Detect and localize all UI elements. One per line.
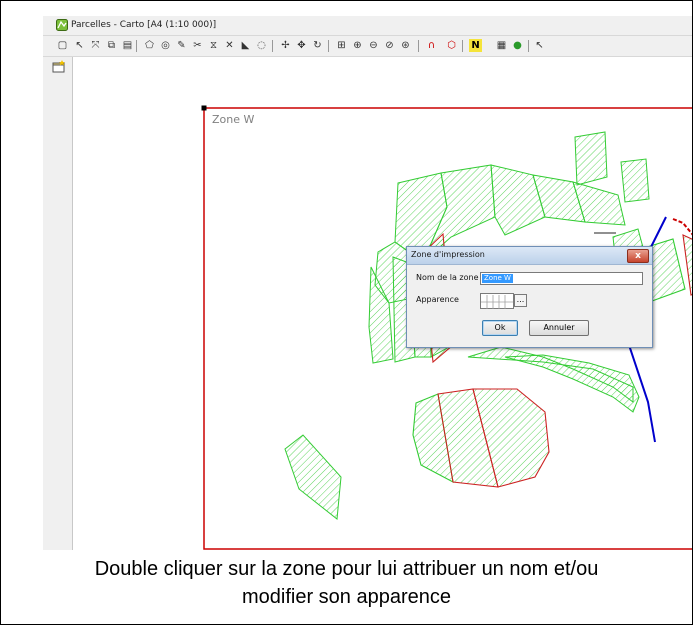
caption-line-2: modifier son apparence [241, 586, 451, 608]
selected-feature[interactable] [672, 218, 692, 236]
move-icon[interactable]: ✥ [295, 39, 308, 52]
zoom-extent-icon[interactable]: ⊛ [399, 39, 412, 52]
rotate-icon[interactable]: ↻ [311, 39, 324, 52]
layer-color-icon[interactable]: ● [511, 39, 524, 52]
north-arrow-icon[interactable]: ✢ [279, 39, 292, 52]
help-pointer-icon[interactable]: ↖ [533, 39, 546, 52]
cut-icon[interactable]: ✕ [223, 39, 236, 52]
window-title: Parcelles - Carto [A4 (1:10 000)] [71, 20, 217, 30]
dialog-title: Zone d'impression [411, 250, 485, 259]
close-button[interactable]: x [627, 249, 649, 263]
lasso-icon[interactable]: ◌ [255, 39, 268, 52]
caption: Double cliquer sur la zone pour lui attr… [0, 555, 693, 611]
zone-handle-tl[interactable] [201, 105, 207, 111]
main-toolbar: ▢ ↖ ⤧ ⧉ ▤ ⬠ ◎ ✎ ✂ ⧖ ✕ ◣ ◌ ✢ ✥ ↻ ⊞ ⊕ ⊖ ⊘ ⊛ ∩ ⬡ N ▦ ● ↖ [43, 36, 692, 57]
magnet-icon[interactable]: ∩ [425, 39, 438, 52]
appearance-swatch[interactable] [480, 293, 514, 309]
zone-label: Zone W [212, 113, 255, 126]
legend-icon[interactable]: ▦ [495, 39, 508, 52]
cancel-button[interactable]: Annuler [529, 320, 589, 336]
side-toolbar [43, 57, 73, 550]
bucket-icon[interactable]: ◣ [239, 39, 252, 52]
toolbar-separator [136, 40, 137, 52]
dialog-title-bar: Zone d'impression x [407, 247, 652, 265]
new-zone-icon[interactable] [52, 60, 66, 73]
toolbar-separator [528, 40, 529, 52]
vertex-icon[interactable]: ⬡ [445, 39, 458, 52]
title-bar: Parcelles - Carto [A4 (1:10 000)] [43, 16, 692, 36]
parcel[interactable] [284, 434, 342, 520]
zoom-in-icon[interactable]: ⊕ [351, 39, 364, 52]
zone-name-input[interactable]: Zone W [480, 272, 643, 285]
north-symbol-icon[interactable]: N [469, 39, 482, 52]
caption-line-1: Double cliquer sur la zone pour lui attr… [94, 558, 599, 580]
zoom-window-icon[interactable]: ⊞ [335, 39, 348, 52]
split-icon[interactable]: ✂ [191, 39, 204, 52]
paste-icon[interactable]: ▤ [121, 39, 134, 52]
zoom-out-icon[interactable]: ⊖ [367, 39, 380, 52]
appearance-label: Apparence [416, 295, 459, 304]
multi-select-icon[interactable]: ⤧ [89, 39, 102, 52]
app-logo-icon [56, 19, 68, 31]
zoom-previous-icon[interactable]: ⊘ [383, 39, 396, 52]
new-doc-icon[interactable]: ▢ [56, 39, 69, 52]
toolbar-separator [462, 40, 463, 52]
zone-name-label: Nom de la zone [416, 273, 479, 282]
parcel[interactable] [620, 158, 650, 203]
grid-pattern-icon [481, 295, 513, 309]
circle-icon[interactable]: ◎ [159, 39, 172, 52]
appearance-browse-button[interactable]: ... [514, 294, 527, 307]
ok-button[interactable]: Ok [482, 320, 518, 336]
toolbar-separator [418, 40, 419, 52]
merge-icon[interactable]: ⧖ [207, 39, 220, 52]
toolbar-separator [272, 40, 273, 52]
parcel[interactable] [574, 131, 608, 186]
copy-icon[interactable]: ⧉ [105, 39, 118, 52]
polygon-icon[interactable]: ⬠ [143, 39, 156, 52]
toolbar-separator [328, 40, 329, 52]
print-zone-dialog: Zone d'impression x Nom de la zone Zone … [406, 246, 653, 348]
zone-name-value: Zone W [482, 274, 513, 283]
pencil-icon[interactable]: ✎ [175, 39, 188, 52]
pointer-icon[interactable]: ↖ [73, 39, 86, 52]
